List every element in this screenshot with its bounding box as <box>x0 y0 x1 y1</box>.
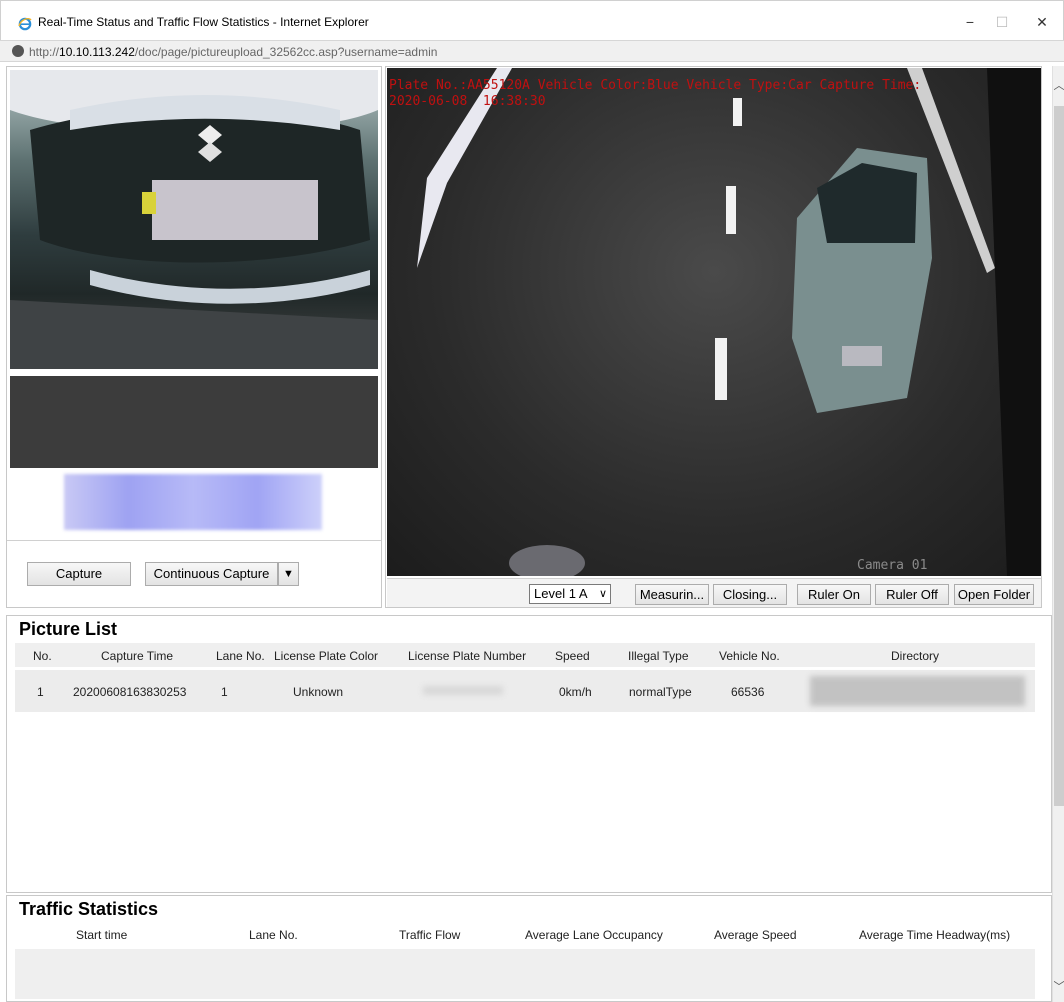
road-scene-illustration <box>417 68 1041 576</box>
cell-lane-no: 1 <box>221 685 228 699</box>
open-folder-button[interactable]: Open Folder <box>954 584 1034 605</box>
column-header[interactable]: Illegal Type <box>628 649 689 663</box>
scroll-thumb[interactable] <box>1054 106 1064 806</box>
column-header[interactable]: License Plate Number <box>408 649 526 663</box>
scene-panel: Plate No.:AA55120A Vehicle Color:Blue Ve… <box>385 66 1042 608</box>
closing-button[interactable]: Closing... <box>713 584 787 605</box>
column-header[interactable]: Traffic Flow <box>399 928 460 942</box>
traffic-statistics-section: Traffic Statistics Start time Lane No. T… <box>6 895 1052 1002</box>
table-body <box>15 949 1035 999</box>
osd-overlay: Plate No.:AA55120A Vehicle Color:Blue Ve… <box>389 78 921 110</box>
measuring-button[interactable]: Measurin... <box>635 584 709 605</box>
url-text[interactable]: http://10.10.113.242/doc/page/pictureupl… <box>29 45 437 59</box>
scene-toolbar: Level 1 A ∨ Measurin... Closing... Ruler… <box>387 578 1041 607</box>
cell-illegal-type: normalType <box>629 685 692 699</box>
column-header[interactable]: Lane No. <box>249 928 298 942</box>
table-row[interactable]: 1 20200608163830253 1 Unknown 0km/h norm… <box>15 670 1035 712</box>
site-icon <box>12 45 24 57</box>
minimize-button[interactable]: − <box>957 11 983 33</box>
plate-closeup-image <box>10 70 378 369</box>
cell-capture-time: 20200608163830253 <box>73 685 187 699</box>
camera-label: Camera 01 <box>857 558 928 573</box>
table-header: No. Capture Time Lane No. License Plate … <box>15 643 1035 667</box>
table-header: Start time Lane No. Traffic Flow Average… <box>15 924 1035 946</box>
picture-list-title: Picture List <box>19 619 118 639</box>
column-header[interactable]: Lane No. <box>216 649 265 663</box>
divider <box>7 540 381 541</box>
close-button[interactable]: ✕ <box>1029 11 1055 33</box>
address-bar[interactable]: http://10.10.113.242/doc/page/pictureupl… <box>0 40 1064 62</box>
cell-plate-color: Unknown <box>293 685 344 699</box>
capture-panel: Capture Continuous Capture ▼ <box>6 66 382 608</box>
picture-list-section: Picture List No. Capture Time Lane No. L… <box>6 615 1052 893</box>
cell-speed: 0km/h <box>559 685 592 699</box>
chevron-down-icon: ∨ <box>598 588 607 600</box>
column-header[interactable]: Start time <box>76 928 127 942</box>
vertical-scrollbar[interactable]: ︿ ﹀ <box>1052 66 1064 1002</box>
column-header[interactable]: Vehicle No. <box>719 649 780 663</box>
plate-number-blurred <box>64 474 322 530</box>
osd-line-1: Plate No.:AA55120A Vehicle Color:Blue Ve… <box>389 78 922 93</box>
osd-line-2: 2020-06-08 16:38:30 <box>389 94 546 109</box>
window-title: Real-Time Status and Traffic Flow Statis… <box>38 15 369 29</box>
directory-blurred <box>810 676 1025 706</box>
column-header[interactable]: Capture Time <box>101 649 173 663</box>
traffic-statistics-title: Traffic Statistics <box>19 899 159 919</box>
continuous-capture-dropdown[interactable]: ▼ <box>278 562 299 586</box>
continuous-capture-button[interactable]: Continuous Capture <box>145 562 278 586</box>
dropdown-arrow-icon: ▼ <box>283 568 294 580</box>
ruler-on-button[interactable]: Ruler On <box>797 584 871 605</box>
column-header[interactable]: License Plate Color <box>274 649 378 663</box>
scene-image: Plate No.:AA55120A Vehicle Color:Blue Ve… <box>387 68 1041 576</box>
plate-strip-image <box>10 376 378 468</box>
cell-no: 1 <box>37 685 44 699</box>
column-header[interactable]: Average Time Headway(ms) <box>859 928 1010 942</box>
scroll-down-icon[interactable]: ﹀ <box>1053 972 1064 1002</box>
ie-icon <box>18 17 32 31</box>
column-header[interactable]: Average Lane Occupancy <box>525 928 663 942</box>
column-header[interactable]: No. <box>33 649 52 663</box>
plate-number-blurred <box>423 686 503 695</box>
capture-button[interactable]: Capture <box>27 562 131 586</box>
level-value: Level 1 A <box>534 586 588 601</box>
ruler-off-button[interactable]: Ruler Off <box>875 584 949 605</box>
column-header[interactable]: Average Speed <box>714 928 797 942</box>
cell-vehicle-no: 66536 <box>731 685 765 699</box>
column-header[interactable]: Speed <box>555 649 590 663</box>
column-header[interactable]: Directory <box>891 649 939 663</box>
scroll-up-icon[interactable]: ︿ <box>1053 66 1064 106</box>
page-content: Capture Continuous Capture ▼ Plate No.:A… <box>6 66 1052 1002</box>
maximize-button[interactable]: ☐ <box>989 11 1015 33</box>
level-select[interactable]: Level 1 A ∨ <box>529 584 611 604</box>
car-front-illustration <box>10 70 378 369</box>
window-titlebar: Real-Time Status and Traffic Flow Statis… <box>0 0 1064 40</box>
